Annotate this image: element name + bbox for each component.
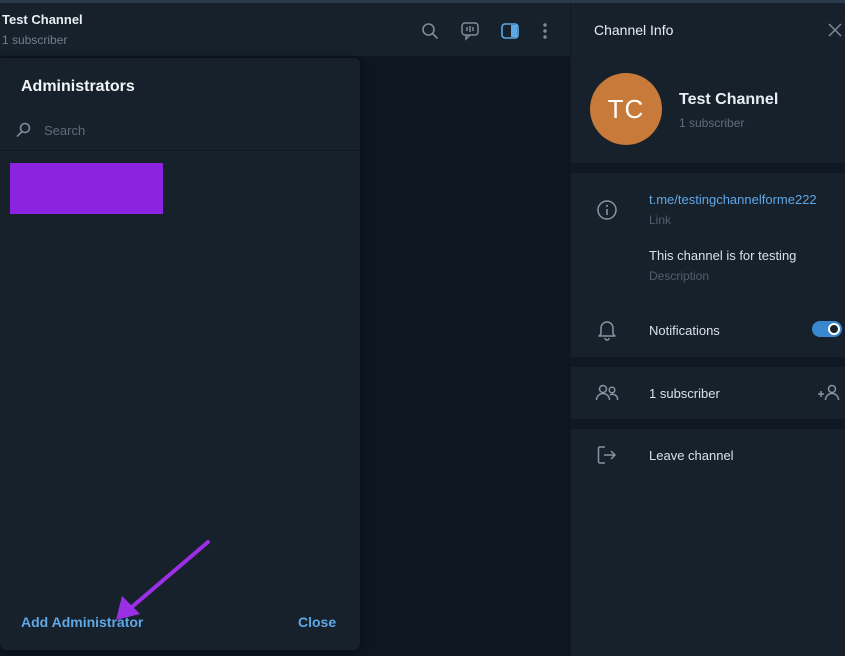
close-icon[interactable] — [826, 21, 844, 39]
administrators-dialog: Administrators Add Administrator Close — [0, 58, 360, 650]
add-user-icon[interactable] — [817, 381, 841, 405]
admin-list-item-redacted[interactable] — [10, 163, 163, 214]
section-divider — [571, 163, 845, 173]
toggle-knob — [828, 323, 840, 335]
video-chat-icon[interactable] — [458, 19, 482, 43]
dialog-title: Administrators — [21, 78, 135, 95]
channel-link[interactable]: t.me/testingchannelforme222 — [649, 192, 817, 207]
bell-icon — [595, 318, 619, 342]
channel-info-title: Channel Info — [594, 22, 674, 38]
channel-description-label: Description — [649, 269, 710, 283]
section-divider — [571, 357, 845, 367]
more-icon[interactable] — [533, 19, 557, 43]
notifications-label: Notifications — [649, 323, 720, 338]
channel-description: This channel is for testing — [649, 248, 797, 263]
channel-name: Test Channel — [679, 91, 779, 108]
chat-subtitle: 1 subscriber — [2, 33, 68, 47]
add-administrator-button[interactable]: Add Administrator — [21, 614, 143, 630]
chat-header: Test Channel 1 subscriber — [0, 3, 570, 57]
leave-channel-button[interactable]: Leave channel — [649, 448, 734, 463]
section-divider — [571, 419, 845, 429]
channel-link-label: Link — [649, 213, 672, 227]
app-window: Test Channel 1 subscriber Channel Info T… — [0, 0, 845, 656]
subscribers-row-label[interactable]: 1 subscriber — [649, 386, 720, 401]
info-icon — [595, 198, 619, 222]
sidebar-toggle-icon[interactable] — [498, 19, 522, 43]
leave-icon — [595, 443, 619, 467]
users-icon — [595, 381, 619, 405]
notifications-toggle[interactable] — [812, 321, 842, 337]
search-icon[interactable] — [418, 19, 442, 43]
channel-avatar[interactable]: TC — [590, 73, 662, 145]
search-bar — [0, 113, 360, 151]
search-icon — [15, 121, 33, 139]
channel-info-panel: Channel Info TC Test Channel 1 subscribe… — [570, 3, 845, 656]
channel-subscriber-count: 1 subscriber — [679, 116, 745, 130]
close-button[interactable]: Close — [298, 614, 336, 630]
search-input[interactable] — [44, 119, 334, 141]
chat-title[interactable]: Test Channel — [2, 12, 83, 27]
